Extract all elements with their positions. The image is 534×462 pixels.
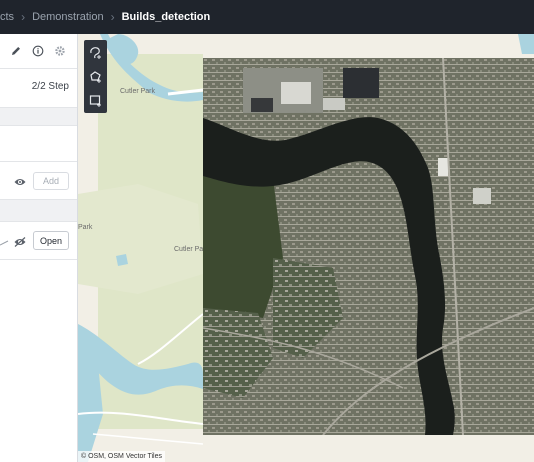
rectangle-icon[interactable] (88, 93, 103, 108)
open-button[interactable]: Open (33, 231, 69, 250)
section-header (0, 108, 77, 126)
eye-off-icon[interactable] (14, 237, 26, 247)
panel-toolbar (0, 34, 77, 68)
breadcrumb-demonstration[interactable]: Demonstration (32, 11, 104, 23)
map-draw-toolbar (84, 40, 107, 113)
eye-icon[interactable] (14, 177, 26, 187)
map-label: Park (78, 224, 93, 231)
step-indicator: 2/2 Step (0, 68, 77, 108)
map-label: Cutler Park (120, 88, 156, 95)
chevron-right-icon: › (110, 10, 115, 24)
satellite-imagery (203, 58, 534, 435)
info-icon[interactable] (30, 43, 46, 59)
gear-icon[interactable] (52, 43, 68, 59)
add-button[interactable]: Add (33, 172, 69, 190)
chevron-right-icon: › (21, 10, 26, 24)
section-header (0, 200, 77, 222)
map-attribution[interactable]: © OSM, OSM Vector Tiles (78, 451, 166, 462)
top-bar: cts › Demonstration › Builds_detection (0, 0, 534, 34)
lasso-icon[interactable] (88, 45, 103, 60)
left-panel: 2/2 Step Add Open (0, 34, 78, 462)
pencil-icon[interactable] (8, 43, 24, 59)
breadcrumb-current: Builds_detection (121, 11, 211, 23)
polygon-icon[interactable] (88, 69, 103, 84)
step-text: 2/2 Step (31, 81, 69, 92)
breadcrumb-projects[interactable]: cts (0, 11, 14, 23)
slider-handle[interactable] (0, 240, 10, 246)
list-item (0, 126, 77, 162)
satellite-image-layer (203, 58, 534, 435)
